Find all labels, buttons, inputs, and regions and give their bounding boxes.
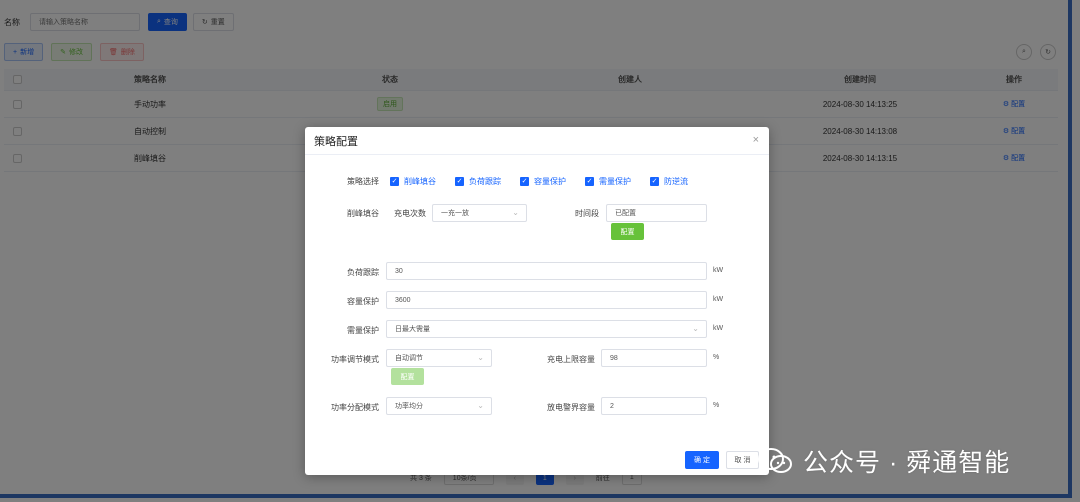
load-tracking-label: 负荷跟踪: [347, 268, 379, 277]
charge-limit-unit: %: [713, 354, 720, 361]
check-icon: ✓: [650, 177, 659, 186]
period-config-button[interactable]: 配置: [611, 223, 644, 240]
capacity-protection-label: 容量保护: [347, 297, 379, 306]
discharge-limit-unit: %: [713, 402, 720, 409]
close-icon[interactable]: ×: [753, 135, 759, 146]
charge-count-select[interactable]: 一充一放 ⌄: [432, 204, 527, 222]
strategy-config-dialog: 策略配置 × 策略选择 ✓ 削峰填谷 ✓ 负荷跟踪 ✓ 容量保护 ✓ 需量保护 …: [305, 127, 769, 475]
watermark: 公众号 · 舜通智能: [757, 443, 1010, 479]
checkbox-peak-shaving[interactable]: ✓ 削峰填谷: [390, 176, 436, 187]
charge-count-label: 充电次数: [394, 209, 426, 218]
power-mode-label: 功率调节模式: [331, 355, 379, 364]
confirm-button[interactable]: 确 定: [685, 451, 719, 469]
chevron-down-icon: ⌄: [477, 353, 484, 362]
capacity-protection-unit: kW: [713, 296, 724, 303]
checkbox-anti-backflow[interactable]: ✓ 防逆流: [650, 176, 688, 187]
wechat-icon: [758, 448, 792, 473]
period-label: 时间段: [575, 209, 599, 218]
check-icon: ✓: [520, 177, 529, 186]
checkbox-demand-protection[interactable]: ✓ 需量保护: [585, 176, 631, 187]
demand-protection-select[interactable]: 日最大需量 ⌄: [386, 320, 707, 338]
strategy-checkbox-group: ✓ 削峰填谷 ✓ 负荷跟踪 ✓ 容量保护 ✓ 需量保护 ✓ 防逆流: [390, 176, 707, 187]
checkbox-capacity-protection[interactable]: ✓ 容量保护: [520, 176, 566, 187]
watermark-text: 公众号 · 舜通智能: [803, 449, 1011, 477]
dialog-title: 策略配置: [314, 136, 358, 148]
discharge-limit-label: 放电警界容量: [547, 403, 595, 412]
peak-shaving-label: 削峰填谷: [347, 209, 379, 218]
check-icon: ✓: [390, 177, 399, 186]
power-mode-select[interactable]: 自动调节 ⌄: [386, 349, 492, 367]
chevron-down-icon: ⌄: [692, 324, 699, 333]
power-mode-config-button[interactable]: 配置: [391, 368, 424, 385]
check-icon: ✓: [455, 177, 464, 186]
check-icon: ✓: [585, 177, 594, 186]
charge-limit-label: 充电上限容量: [547, 355, 595, 364]
cancel-button[interactable]: 取 消: [726, 451, 759, 469]
demand-protection-label: 需量保护: [347, 326, 379, 335]
strategy-select-label: 策略选择: [347, 177, 379, 186]
load-tracking-unit: kW: [713, 267, 724, 274]
capacity-protection-input[interactable]: 3600: [386, 291, 707, 309]
distribution-mode-select[interactable]: 功率均分 ⌄: [386, 397, 492, 415]
period-field[interactable]: 已配置: [606, 204, 707, 222]
chevron-down-icon: ⌄: [512, 208, 519, 217]
discharge-limit-input[interactable]: 2: [601, 397, 707, 415]
checkbox-load-tracking[interactable]: ✓ 负荷跟踪: [455, 176, 501, 187]
demand-protection-unit: kW: [713, 325, 724, 332]
charge-limit-input[interactable]: 98: [601, 349, 707, 367]
chevron-down-icon: ⌄: [477, 401, 484, 410]
distribution-mode-label: 功率分配模式: [331, 403, 379, 412]
load-tracking-input[interactable]: 30: [386, 262, 707, 280]
dialog-divider: [305, 154, 769, 155]
